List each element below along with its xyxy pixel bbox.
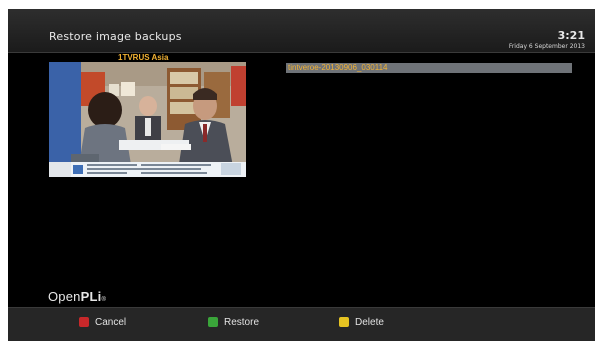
cancel-button[interactable]: Cancel (79, 316, 126, 328)
red-key-icon (79, 317, 89, 327)
logo-registered-mark: ® (101, 297, 107, 303)
yellow-key-icon (339, 317, 349, 327)
tv-preview-window (49, 62, 246, 177)
delete-button-label: Delete (355, 316, 384, 328)
footer-bar: Cancel Restore Delete (8, 307, 595, 341)
backup-list-item-selected[interactable]: tintveroe-20130906_030114 (286, 63, 572, 73)
green-key-icon (208, 317, 218, 327)
channel-name: 1TVRUS Asia (118, 53, 169, 62)
restore-button[interactable]: Restore (208, 316, 259, 328)
openpli-logo: OpenPLi® (48, 289, 106, 304)
backup-list[interactable]: tintveroe-20130906_030114 (286, 63, 572, 73)
cancel-button-label: Cancel (95, 316, 127, 328)
tv-preview-picture (49, 62, 246, 177)
tv-screen: Restore image backups 3:21 Friday 6 Sept… (8, 9, 595, 341)
header-bar: Restore image backups 3:21 Friday 6 Sept… (8, 9, 595, 53)
clock-time: 3:21 (557, 29, 585, 42)
restore-button-label: Restore (224, 316, 260, 328)
delete-button[interactable]: Delete (339, 316, 384, 328)
page-title: Restore image backups (49, 30, 182, 43)
logo-text-strong: PLi (80, 289, 102, 304)
logo-text-light: Open (48, 289, 81, 304)
clock-date: Friday 6 September 2013 (508, 43, 585, 50)
